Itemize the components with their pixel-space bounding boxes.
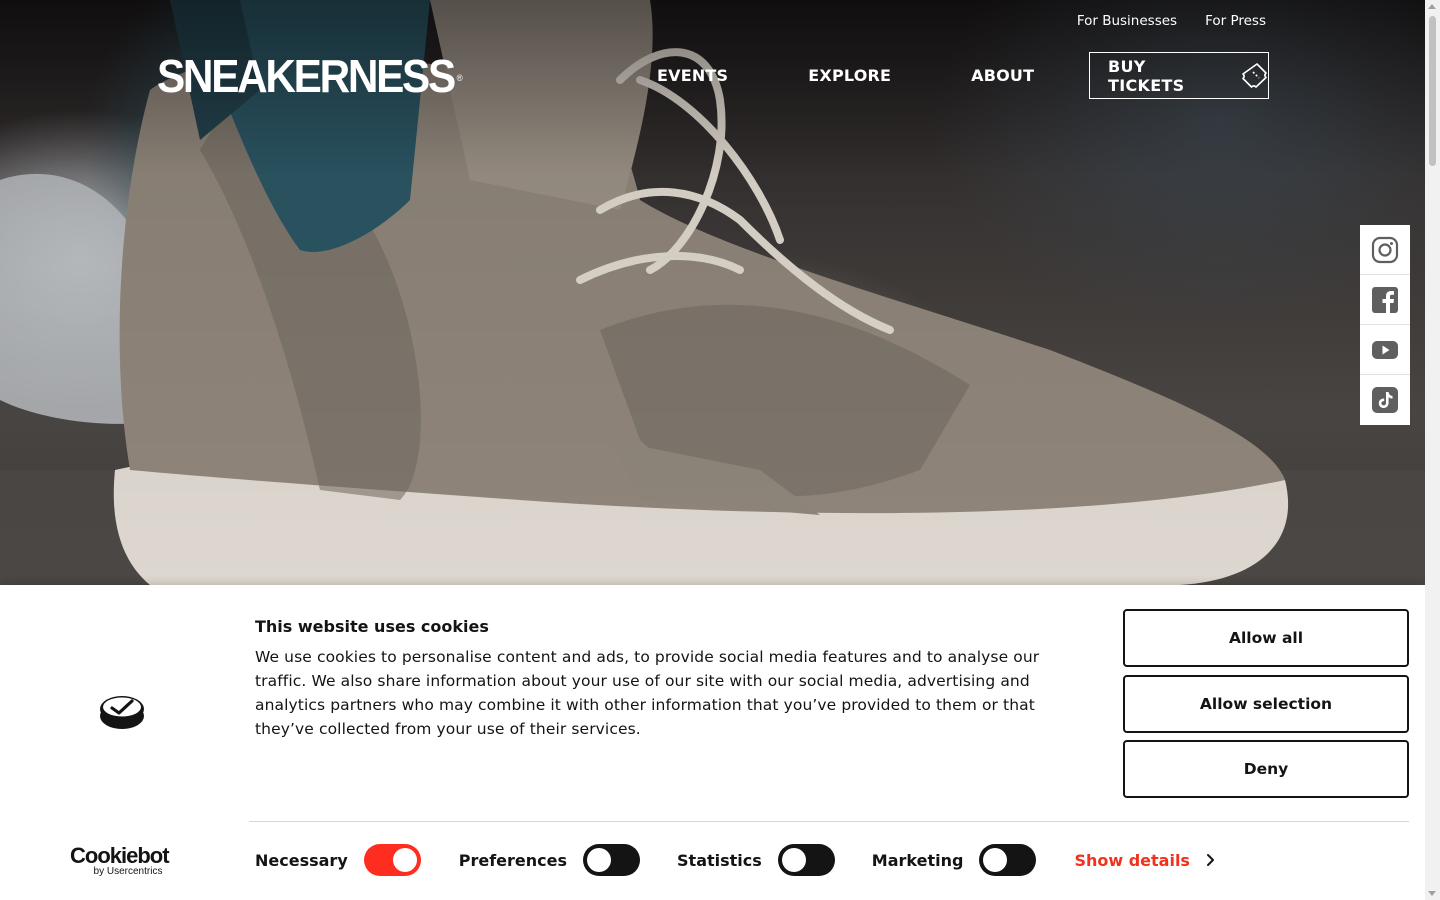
scrollbar-thumb[interactable] [1429, 16, 1436, 166]
main-nav: EVENTS EXPLORE ABOUT [657, 66, 1034, 85]
social-sidebar [1360, 225, 1410, 425]
buy-tickets-label: BUY TICKETS [1108, 56, 1185, 95]
for-press-link[interactable]: For Press [1205, 13, 1266, 29]
hero-video: For Businesses For Press SNEAKERNESS ® EV… [0, 0, 1425, 585]
youtube-icon [1372, 340, 1398, 359]
show-details-link[interactable]: Show details [1074, 851, 1215, 870]
youtube-link[interactable] [1360, 325, 1410, 375]
instagram-icon [1371, 236, 1399, 263]
facebook-link[interactable] [1360, 275, 1410, 325]
allow-selection-button[interactable]: Allow selection [1123, 675, 1409, 733]
show-details-label: Show details [1074, 850, 1190, 870]
facebook-icon [1372, 286, 1398, 313]
statistics-group: Statistics [677, 844, 835, 876]
cookie-title: This website uses cookies [255, 617, 489, 636]
scroll-down-icon[interactable] [1428, 891, 1436, 896]
buy-tickets-button[interactable]: BUY TICKETS [1089, 52, 1269, 99]
statistics-toggle[interactable] [777, 844, 835, 876]
logo-text: SNEAKERNESS [157, 50, 456, 102]
cookiebot-icon [100, 696, 144, 729]
preferences-toggle[interactable] [583, 844, 641, 876]
tiktok-icon [1372, 387, 1398, 413]
necessary-group: Necessary [255, 844, 421, 876]
nav-explore[interactable]: EXPLORE [808, 66, 891, 85]
statistics-label: Statistics [677, 850, 762, 870]
cookiebot-name: Cookiebot [70, 843, 170, 868]
page-scrollbar[interactable] [1425, 0, 1440, 900]
marketing-label: Marketing [871, 850, 964, 870]
marketing-group: Marketing [872, 844, 1037, 876]
deny-button[interactable]: Deny [1123, 740, 1409, 798]
tiktok-link[interactable] [1360, 375, 1410, 425]
nav-about[interactable]: ABOUT [971, 66, 1034, 85]
chevron-right-icon [1206, 854, 1214, 866]
divider [249, 821, 1409, 822]
scroll-up-icon[interactable] [1428, 4, 1436, 9]
necessary-label: Necessary [255, 850, 348, 870]
registered-mark: ® [456, 73, 463, 83]
cookiebot-brand[interactable]: Cookiebot by Usercentrics [70, 843, 174, 878]
sneakerness-logo[interactable]: SNEAKERNESS ® [157, 53, 463, 99]
ticket-icon [1242, 62, 1268, 89]
instagram-link[interactable] [1360, 225, 1410, 275]
nav-events[interactable]: EVENTS [657, 66, 728, 85]
utility-nav: For Businesses For Press [1077, 13, 1266, 29]
cookie-consent-banner: Cookiebot by Usercentrics This website u… [0, 585, 1425, 900]
marketing-toggle[interactable] [979, 844, 1037, 876]
for-businesses-link[interactable]: For Businesses [1077, 13, 1177, 29]
cookie-description: We use cookies to personalise content an… [255, 648, 1040, 738]
necessary-toggle[interactable] [363, 844, 421, 876]
preferences-label: Preferences [458, 850, 568, 870]
preferences-group: Preferences [458, 844, 641, 876]
consent-categories: Necessary Preferences Statistics Marketi… [255, 844, 1215, 876]
allow-all-button[interactable]: Allow all [1123, 609, 1409, 667]
